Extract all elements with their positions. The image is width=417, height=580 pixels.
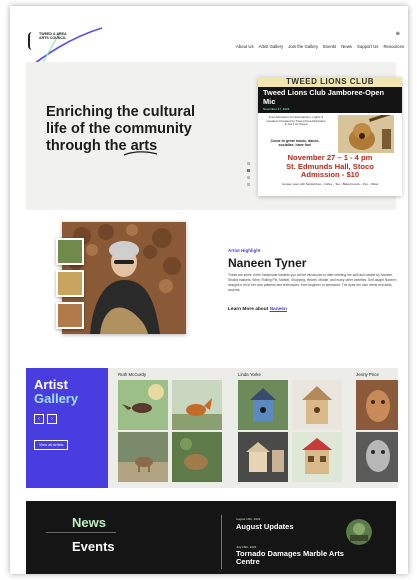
nav-news[interactable]: News	[341, 44, 352, 49]
prev-arrow-icon[interactable]: ‹	[34, 414, 44, 424]
nav-join-gallery[interactable]: Join the Gallery	[288, 44, 318, 49]
poster-event-details: November 27 – 1 - 4 pm St. Edmunds Hall,…	[258, 153, 402, 180]
fox-painting-image[interactable]	[172, 380, 222, 430]
nav-artist-gallery[interactable]: Artist Gallery	[259, 44, 284, 49]
browser-page: TWEED & AREA ARTS COUNCIL ⊕ About Us Art…	[10, 6, 408, 574]
bird-painting-image[interactable]	[118, 380, 168, 430]
guitar-illustration	[338, 115, 394, 153]
poster-invite: Come to great music, dance, socialize, h…	[270, 139, 320, 148]
deer-painting-image[interactable]	[118, 432, 168, 482]
logo-text: TWEED & AREA ARTS COUNCIL	[39, 32, 67, 41]
gallery-artist-name[interactable]: Jenny Price	[356, 372, 379, 377]
artist-description: These are some of the handmade baskets y…	[228, 273, 397, 292]
basket-thumbnail[interactable]	[56, 302, 84, 329]
nav-about[interactable]: About Us	[236, 44, 254, 49]
site-logo[interactable]: TWEED & AREA ARTS COUNCIL	[28, 32, 69, 50]
nav-support[interactable]: Support Us	[357, 44, 379, 49]
news-heading[interactable]: News	[72, 515, 106, 530]
portrait-sculpture-image[interactable]	[356, 432, 398, 482]
poster-body: Free Admission for Entertainers. Lights …	[258, 113, 402, 196]
poster-title: Tweed Lions Club Jamboree-Open Mic	[263, 88, 385, 106]
carousel-dot[interactable]	[247, 183, 250, 186]
carousel-dot[interactable]	[247, 176, 250, 179]
news-thumbnail[interactable]	[346, 519, 372, 545]
hero-underline-graphic	[123, 151, 158, 156]
carousel-dot-active[interactable]	[247, 169, 250, 172]
gallery-artist-name[interactable]: Ruth McCurdy	[118, 372, 146, 377]
wildlife-painting-image[interactable]	[172, 432, 222, 482]
hero-headline: Enriching the cultural life of the commu…	[46, 104, 196, 154]
news-item-title[interactable]: Tornado Damages Marble Arts Centre	[236, 550, 346, 566]
portrait-sculpture-image[interactable]	[356, 380, 398, 430]
hero-section: Enriching the cultural life of the commu…	[26, 62, 402, 210]
gallery-artist-name[interactable]: Linda Yorke	[238, 372, 261, 377]
basket-thumbnail[interactable]	[56, 270, 84, 297]
poster-post-date: November 17, 2023	[263, 107, 290, 111]
news-vertical-divider	[221, 515, 222, 569]
view-all-artists-button[interactable]: View all Artists	[34, 440, 69, 450]
basket-thumbnail[interactable]	[56, 238, 84, 265]
poster-footer: Canteen open with Sandwiches – Coffee – …	[281, 182, 379, 186]
news-item-date: August 10th, 2023	[236, 517, 261, 521]
site-header: TWEED & AREA ARTS COUNCIL ⊕ About Us Art…	[10, 6, 408, 74]
news-divider	[46, 532, 116, 533]
account-icon[interactable]: ⊕	[396, 31, 400, 37]
gallery-title: Artist Gallery	[34, 377, 79, 406]
birdhouse-image[interactable]	[292, 432, 342, 482]
birdhouse-image[interactable]	[292, 380, 342, 430]
poster-blurb: Free Admission for Entertainers. Lights …	[266, 115, 326, 127]
artist-highlight-label: Artist Highlight	[228, 248, 261, 253]
artist-thumbnails	[56, 238, 84, 329]
gallery-panel: Artist Gallery ‹ › View all Artists	[26, 368, 108, 488]
birdhouse-image[interactable]	[238, 432, 288, 482]
event-poster[interactable]: TWEED LIONS CLUB Tweed Lions Club Jambor…	[258, 77, 402, 196]
next-arrow-icon[interactable]: ›	[47, 414, 57, 424]
artist-gallery-section: Artist Gallery ‹ › View all Artists Ruth…	[26, 368, 398, 488]
artist-name: Naneen Tyner	[228, 256, 307, 270]
poster-banner: TWEED LIONS CLUB	[258, 77, 402, 87]
carousel-dots	[247, 162, 250, 186]
learn-more: Learn More about Naneen	[228, 307, 287, 312]
events-heading[interactable]: Events	[72, 539, 115, 554]
poster-admission: Admission - $10	[300, 170, 360, 180]
birdhouse-image[interactable]	[238, 380, 288, 430]
poster-header: Tweed Lions Club Jamboree-Open Mic Novem…	[258, 87, 402, 113]
news-item-title[interactable]: August Updates	[236, 522, 294, 531]
carousel-dot[interactable]	[247, 162, 250, 165]
nav-resources[interactable]: Resources	[383, 44, 404, 49]
main-nav: About Us Artist Gallery Join the Gallery…	[236, 44, 404, 49]
gallery-arrows: ‹ ›	[34, 414, 57, 424]
logo-mark-icon	[28, 32, 36, 50]
nav-events[interactable]: Events	[323, 44, 336, 49]
news-events-section: News Events August 10th, 2023 August Upd…	[26, 501, 396, 574]
learn-more-link[interactable]: Naneen	[270, 307, 287, 312]
